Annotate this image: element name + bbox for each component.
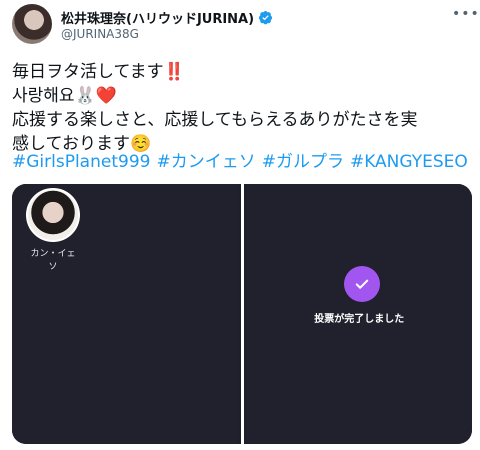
hashtag-row: #GirlsPlanet999 #カンイェソ #ガルプラ #KANGYESEO xyxy=(12,150,474,174)
vote-complete-text: 投票が完了しました xyxy=(314,314,405,325)
hashtag-link[interactable]: #GirlsPlanet999 xyxy=(12,152,150,172)
tweet-line-3: 応援する楽しさと、応援してもらえるありがたさを実 xyxy=(12,110,418,130)
author-display-name[interactable]: 松井珠理奈(ハリウッドJURINA) xyxy=(61,8,254,27)
tweet-line-2: 사랑해요🐰❤️ xyxy=(12,86,117,106)
hashtag-link[interactable]: #ガルプラ xyxy=(262,152,344,172)
verified-badge-icon xyxy=(259,10,273,25)
more-horizontal-icon[interactable]: ••• xyxy=(452,6,480,22)
hashtag-link[interactable]: #KANGYESEO xyxy=(350,152,468,172)
trainee-photo xyxy=(26,188,80,242)
media-panel-trainee[interactable]: カン・イェソ xyxy=(12,184,238,444)
media-panel-vote[interactable]: 投票が完了しました xyxy=(246,184,472,444)
author-avatar[interactable] xyxy=(12,4,52,44)
trainee-name: カン・イェソ xyxy=(30,249,76,272)
check-circle-icon xyxy=(343,266,380,302)
media-grid[interactable]: カン・イェソ 投票が完了しました xyxy=(12,184,472,444)
tweet-text: 毎日ヲタ活してます‼️ 사랑해요🐰❤️ 応援する楽しさと、応援してもらえるありが… xyxy=(12,60,476,156)
tweet-line-1: 毎日ヲタ活してます‼️ xyxy=(12,62,185,82)
author-handle[interactable]: @JURINA38G xyxy=(61,27,139,41)
author-name-row: 松井珠理奈(ハリウッドJURINA) xyxy=(61,8,273,27)
hashtag-link[interactable]: #カンイェソ xyxy=(156,152,255,172)
media-divider xyxy=(240,184,244,444)
